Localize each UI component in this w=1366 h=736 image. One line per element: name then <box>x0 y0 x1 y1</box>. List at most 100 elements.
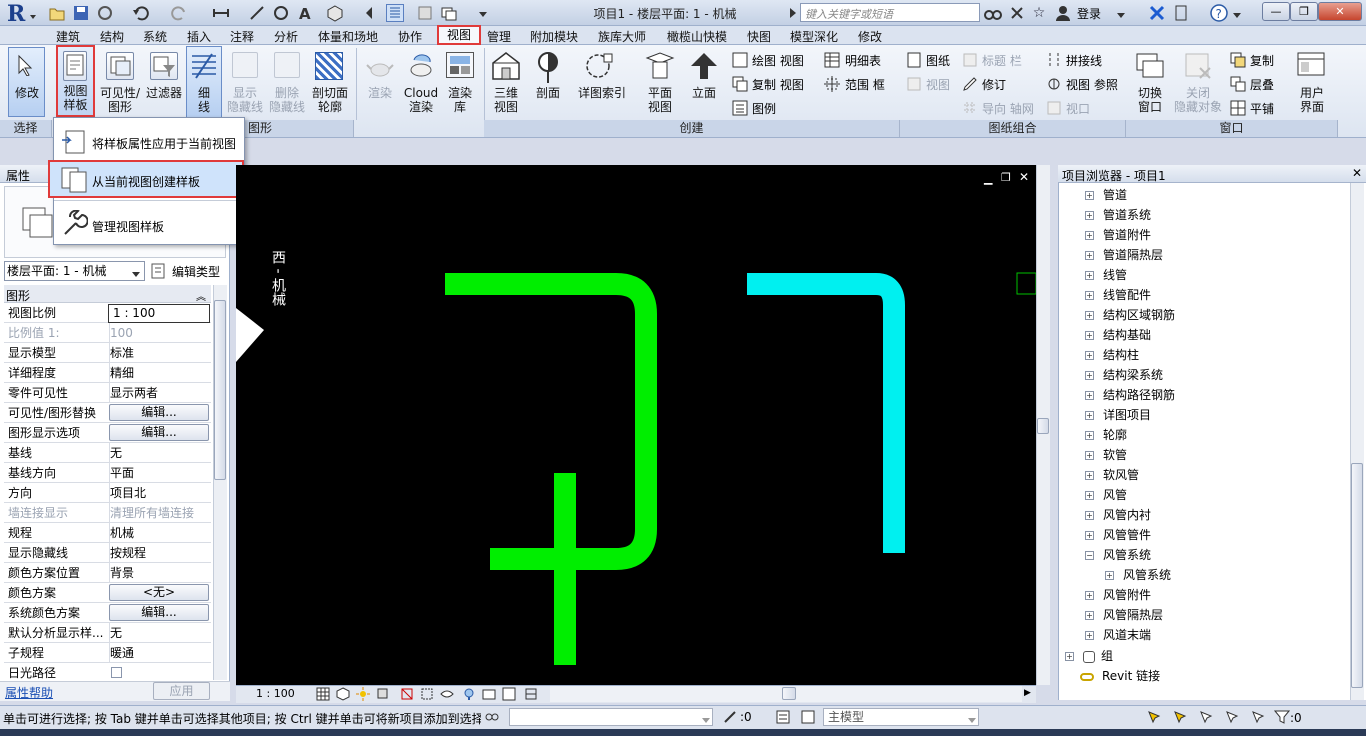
view-scale-label[interactable]: 1 : 100 <box>256 687 295 700</box>
chevron-down-icon[interactable] <box>1116 9 1126 23</box>
tile-button[interactable]: 平铺 <box>1250 100 1274 117</box>
edit-type-button[interactable]: 编辑类型 <box>172 263 220 280</box>
maximize-button[interactable]: ❐ <box>1290 2 1318 21</box>
undo-icon[interactable] <box>132 4 150 22</box>
worksets-icon[interactable] <box>484 709 500 728</box>
close-icon[interactable]: ✕ <box>1352 166 1362 180</box>
tab-model-deepening[interactable]: 模型深化 <box>790 28 838 45</box>
expand-icon[interactable]: + <box>1085 211 1094 220</box>
chevron-down-icon[interactable] <box>967 714 977 728</box>
revision-button[interactable]: 修订 <box>982 76 1006 93</box>
expand-icon[interactable]: + <box>1085 231 1094 240</box>
show-hidden-label-1[interactable]: 显示 <box>224 86 266 100</box>
legends-button[interactable]: 图例 <box>752 100 776 117</box>
collapse-icon[interactable]: − <box>1085 551 1094 560</box>
exclude-options-icon[interactable] <box>800 709 816 728</box>
reveal-hidden-icon[interactable] <box>462 687 476 704</box>
properties-help-link[interactable]: 属性帮助 <box>5 684 53 701</box>
3d-view-label-2[interactable]: 视图 <box>486 100 526 114</box>
tab-modify[interactable]: 修改 <box>858 28 882 45</box>
close-hidden-label-1[interactable]: 关闭 <box>1172 86 1224 100</box>
sun-path-checkbox[interactable] <box>111 667 122 678</box>
viewports-button[interactable]: 视口 <box>1066 100 1090 117</box>
tree-subitem[interactable]: + 风管系统 <box>1105 565 1171 585</box>
create-panel-label[interactable]: 创建 <box>484 120 900 137</box>
tree-item[interactable]: + 软管 <box>1085 445 1127 465</box>
collapse-icon[interactable]: ︽ <box>196 288 206 303</box>
tree-item[interactable]: + 软风管 <box>1085 465 1139 485</box>
crop-region-icon[interactable] <box>420 687 434 704</box>
cut-profile-label-2[interactable]: 轮廓 <box>308 100 352 114</box>
window-panel-label[interactable]: 窗口 <box>1126 120 1338 137</box>
user-interface-label-1[interactable]: 用户 <box>1290 86 1334 100</box>
worksharing-icon[interactable] <box>502 687 516 704</box>
render-label[interactable]: 渲染 <box>360 86 400 100</box>
user-interface-label-2[interactable]: 界面 <box>1290 100 1334 114</box>
tab-family-master[interactable]: 族库大师 <box>598 28 646 45</box>
property-value[interactable]: 无 <box>109 443 209 463</box>
expand-icon[interactable]: + <box>1105 571 1114 580</box>
view-button[interactable]: 视图 <box>926 76 950 93</box>
tree-item[interactable]: + 风管 <box>1085 485 1127 505</box>
qat-customize-icon[interactable] <box>474 4 492 22</box>
title-block-button[interactable]: 标题 栏 <box>982 52 1022 69</box>
canvas-minimize-icon[interactable]: ▁ <box>984 172 992 185</box>
system-color-edit-button[interactable]: 编辑... <box>109 604 209 621</box>
chevron-down-icon[interactable] <box>131 268 141 282</box>
expand-icon[interactable]: + <box>1085 251 1094 260</box>
render-gallery-label-2[interactable]: 库 <box>440 100 480 114</box>
cut-profile-label-1[interactable]: 剖切面 <box>308 86 352 100</box>
temporary-hide-icon[interactable] <box>440 687 454 704</box>
expand-icon[interactable]: + <box>1085 431 1094 440</box>
section-label[interactable]: 剖面 <box>526 86 570 100</box>
expand-icon[interactable]: + <box>1065 652 1074 661</box>
text-icon[interactable]: A <box>296 4 314 23</box>
tab-insert[interactable]: 插入 <box>187 28 211 45</box>
select-links-icon[interactable] <box>1146 709 1162 728</box>
show-hidden-label-2[interactable]: 隐藏线 <box>224 100 266 114</box>
minimize-button[interactable]: — <box>1262 2 1290 21</box>
view-scale-input[interactable]: 1 : 100 <box>108 304 210 323</box>
cascade-button[interactable]: 层叠 <box>1250 76 1274 93</box>
tree-item[interactable]: + 风管管件 <box>1085 525 1151 545</box>
sun-path-icon[interactable] <box>356 687 370 704</box>
tree-item[interactable]: + 轮廓 <box>1085 425 1127 445</box>
property-value[interactable]: 平面 <box>109 463 209 483</box>
type-selector[interactable]: 楼层平面: 1 - 机械 <box>4 261 145 281</box>
tag-icon[interactable] <box>272 4 290 22</box>
canvas-close-icon[interactable]: ✕ <box>1019 170 1029 184</box>
tree-item[interactable]: − 风管系统 <box>1085 545 1151 565</box>
plan-view-label-1[interactable]: 平面 <box>638 86 682 100</box>
tab-add-ins[interactable]: 附加模块 <box>530 28 578 45</box>
view-reference-button[interactable]: 视图 参照 <box>1066 76 1118 93</box>
graphic-display-edit-button[interactable]: 编辑... <box>109 424 209 441</box>
property-value[interactable]: 暖通 <box>109 643 209 663</box>
graphics-panel-label[interactable]: 图形 <box>244 120 354 137</box>
render-gallery-label-1[interactable]: 渲染 <box>440 86 480 100</box>
canvas-vscroll-thumb[interactable] <box>1037 418 1049 434</box>
tab-systems[interactable]: 系统 <box>143 28 167 45</box>
expand-icon[interactable]: + <box>1085 411 1094 420</box>
tree-item[interactable]: + 结构梁系统 <box>1085 365 1163 385</box>
design-option-select[interactable]: 主模型 <box>823 708 979 726</box>
apply-button[interactable]: 应用 <box>153 682 210 700</box>
star-icon[interactable]: ☆ <box>1030 4 1048 22</box>
property-value[interactable]: 精细 <box>109 363 209 383</box>
expand-icon[interactable]: + <box>1085 331 1094 340</box>
property-value[interactable]: 按规程 <box>109 543 209 563</box>
tab-massing-site[interactable]: 体量和场地 <box>318 28 378 45</box>
select-underlay-icon[interactable] <box>1172 709 1188 728</box>
scroll-right-icon[interactable]: ▶ <box>1024 688 1031 698</box>
switch-windows-icon[interactable] <box>440 4 458 22</box>
tab-collaborate[interactable]: 协作 <box>398 28 422 45</box>
property-value[interactable]: 无 <box>109 623 209 643</box>
filter-status-icon[interactable] <box>1273 709 1291 728</box>
tab-olive-quick-model[interactable]: 橄榄山快模 <box>667 28 727 45</box>
remove-hidden-label-1[interactable]: 删除 <box>266 86 308 100</box>
scope-box-button[interactable]: 范围 框 <box>845 76 885 93</box>
login-link[interactable]: 登录 <box>1077 5 1101 22</box>
color-scheme-button[interactable]: <无> <box>109 584 209 601</box>
sheet-button[interactable]: 图纸 <box>926 52 950 69</box>
save-icon[interactable] <box>72 4 90 22</box>
tree-item-revit-links[interactable]: Revit 链接 <box>1080 666 1160 686</box>
